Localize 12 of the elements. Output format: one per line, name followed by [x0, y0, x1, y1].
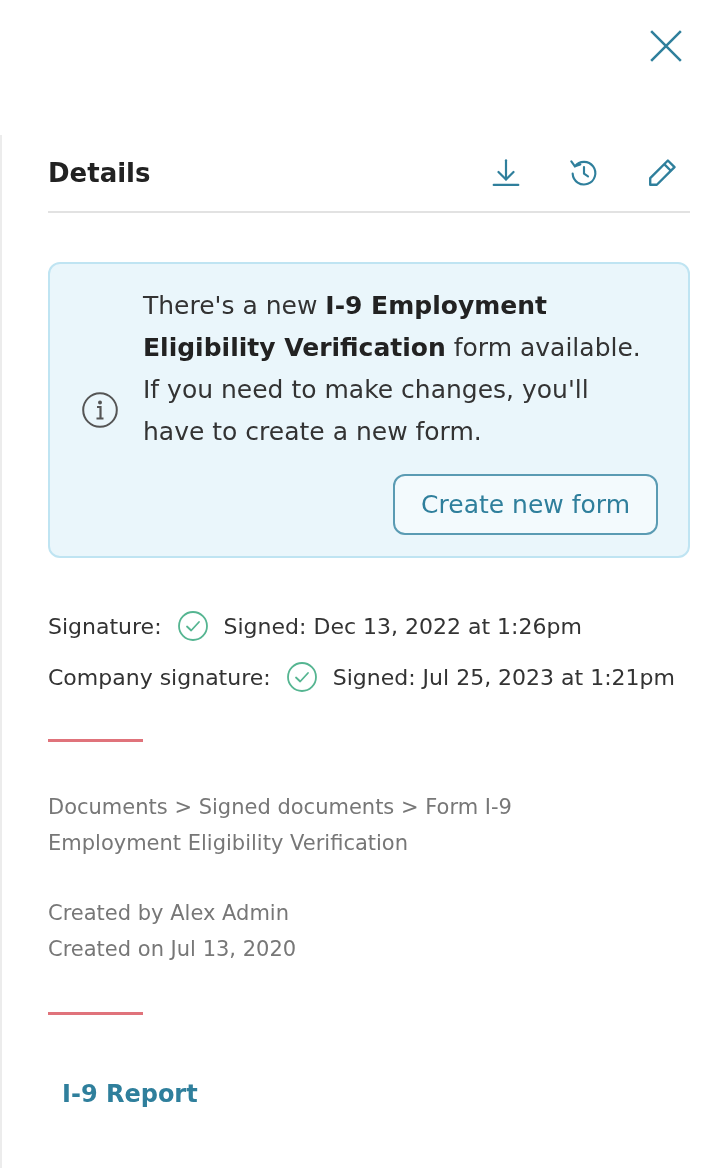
report-link[interactable]: I-9 Report — [48, 1072, 212, 1116]
signature-label: Company signature: — [48, 664, 271, 690]
created-by-text: Created by Alex Admin — [48, 900, 290, 927]
notice-text: There's a new I-9 Employment Eligibility Verification form available. If you need to make changes, you'll have to create a new form. — [143, 290, 642, 448]
create-new-form-button[interactable]: Create new form — [393, 474, 658, 535]
signature-status: Signed: Dec 13, 2022 at 1:26pm — [223, 613, 582, 639]
signature-label: Signature: — [48, 613, 162, 639]
info-icon — [82, 392, 118, 428]
panel-title: Details — [48, 158, 152, 188]
signature-status: Signed: Jul 25, 2023 at 1:21pm — [332, 664, 675, 690]
created-on-text: Created on Jul 13, 2020 — [48, 936, 298, 963]
document-path: Documents > Signed documents > Form I-9 Employment Eligibility Verification — [48, 794, 513, 857]
